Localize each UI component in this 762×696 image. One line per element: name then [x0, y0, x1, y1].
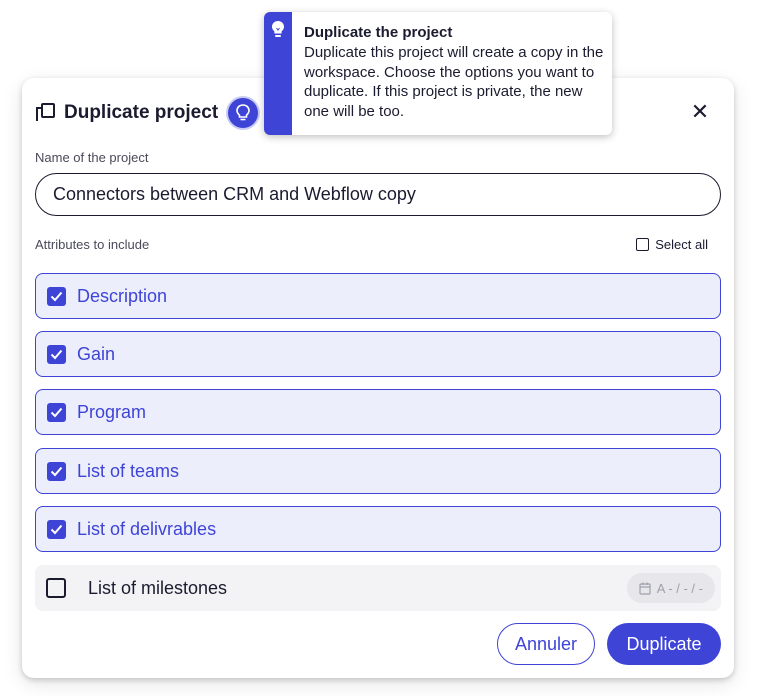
attribute-row-delivrables[interactable]: List of delivrables — [35, 506, 721, 552]
close-icon[interactable]: ✕ — [690, 101, 710, 123]
checkbox-checked-icon — [47, 402, 66, 422]
attribute-row-teams[interactable]: List of teams — [35, 448, 721, 494]
dialog-title: Duplicate project — [64, 102, 219, 123]
checkbox-icon — [46, 578, 66, 598]
cancel-button[interactable]: Annuler — [497, 623, 595, 665]
duplicate-button[interactable]: Duplicate — [607, 623, 721, 665]
attribute-row-milestones[interactable]: List of milestones A - / - / - — [35, 565, 721, 611]
name-label: Name of the project — [35, 150, 149, 165]
help-tooltip: Duplicate the project Duplicate this pro… — [264, 12, 612, 135]
date-placeholder: A - / - / - — [656, 580, 703, 596]
select-all-label: Select all — [655, 237, 708, 252]
checkbox-icon — [636, 238, 650, 251]
tooltip-title: Duplicate the project — [304, 24, 453, 41]
checkbox-checked-icon — [47, 519, 66, 539]
dialog-header: Duplicate project — [36, 98, 259, 128]
duplicate-icon — [36, 103, 56, 123]
duplicate-project-dialog: Duplicate project ✕ Name of the project … — [22, 78, 734, 678]
date-picker[interactable]: A - / - / - — [626, 573, 715, 603]
lightbulb-help-button[interactable] — [228, 98, 259, 128]
project-name-input[interactable] — [35, 173, 721, 216]
attributes-label: Attributes to include — [35, 237, 150, 252]
attribute-row-program[interactable]: Program — [35, 389, 721, 435]
attribute-row-gain[interactable]: Gain — [35, 331, 721, 377]
attribute-row-description[interactable]: Description — [35, 273, 721, 319]
attribute-label: Description — [77, 285, 168, 306]
select-all-checkbox[interactable]: Select all — [636, 237, 708, 252]
attribute-label: List of milestones — [88, 577, 228, 598]
checkbox-checked-icon — [47, 286, 66, 306]
attribute-label: List of teams — [77, 460, 180, 481]
tooltip-body: Duplicate this project will create a cop… — [304, 44, 604, 120]
attribute-label: List of delivrables — [77, 518, 217, 539]
attribute-label: Gain — [77, 343, 116, 364]
calendar-icon — [639, 582, 651, 595]
lightbulb-icon — [272, 21, 284, 37]
checkbox-checked-icon — [47, 344, 66, 364]
checkbox-checked-icon — [47, 461, 66, 481]
lightbulb-icon — [236, 104, 250, 121]
attribute-label: Program — [77, 401, 147, 422]
tooltip-accent-bar — [264, 12, 292, 135]
